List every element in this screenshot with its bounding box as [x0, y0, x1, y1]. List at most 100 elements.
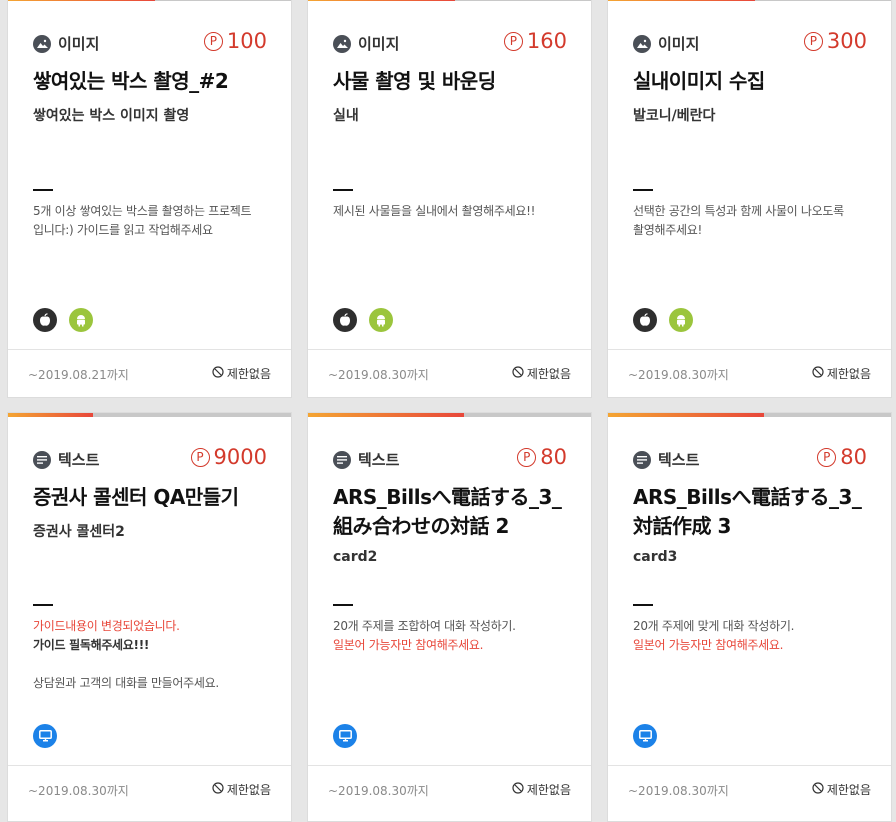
limit-badge: 제한없음 [512, 781, 571, 798]
project-card[interactable]: 텍스트 P 80 ARS_Billsへ電話する_3_ 組み合わせの対話 2 car… [307, 412, 592, 822]
point-icon: P [517, 447, 537, 467]
monitor-icon [333, 724, 357, 748]
card-subtitle: 증권사 콜센터2 [33, 524, 125, 540]
price: P 9000 [190, 445, 267, 469]
card-subtitle: card3 [633, 549, 678, 565]
card-footer-divider [608, 765, 891, 766]
point-icon: P [817, 447, 837, 467]
android-icon [669, 308, 693, 332]
type-badge: 이미지 [33, 33, 99, 54]
card-subtitle: 쌓여있는 박스 이미지 촬영 [33, 108, 190, 124]
progress-fill [8, 0, 156, 1]
card-title: ARS_Billsへ電話する_3_ 組み合わせの対話 2 [333, 485, 562, 538]
point-icon: P [803, 31, 823, 51]
monitor-icon [33, 724, 57, 748]
progress-fill [608, 0, 756, 1]
price: P 80 [517, 445, 567, 469]
android-icon [369, 308, 393, 332]
deadline: ~2019.08.30까지 [628, 784, 729, 798]
card-title: 실내이미지 수집 [633, 69, 765, 93]
type-badge: 텍스트 [333, 449, 399, 470]
deadline: ~2019.08.30까지 [328, 784, 429, 798]
progress-fill [8, 413, 93, 417]
no-limit-icon [812, 366, 824, 381]
divider [333, 189, 353, 191]
platform-list [33, 308, 93, 332]
no-limit-icon [812, 782, 824, 797]
deadline: ~2019.08.30까지 [628, 368, 729, 382]
text-icon [333, 450, 351, 469]
card-title: 사물 촬영 및 바운딩 [333, 69, 496, 93]
text-icon [33, 450, 51, 469]
divider [633, 604, 653, 606]
card-description: 가이드내용이 변경되었습니다. 가이드 필독해주세요!!! 상담원과 고객의 대… [33, 619, 219, 690]
no-limit-icon [212, 366, 224, 381]
card-subtitle: card2 [333, 549, 378, 565]
platform-list [633, 724, 657, 748]
progress-bar [308, 0, 591, 1]
type-label: 이미지 [658, 35, 700, 53]
divider [333, 604, 353, 606]
platform-list [33, 724, 57, 748]
type-label: 이미지 [358, 35, 400, 53]
card-footer-divider [8, 765, 291, 766]
limit-badge: 제한없음 [812, 365, 871, 382]
text-icon [633, 450, 651, 469]
deadline: ~2019.08.30까지 [328, 368, 429, 382]
type-label: 텍스트 [358, 451, 400, 469]
type-badge: 텍스트 [633, 449, 699, 470]
type-badge: 이미지 [633, 33, 699, 54]
image-icon [333, 34, 351, 53]
limit-badge: 제한없음 [512, 365, 571, 382]
divider [633, 189, 653, 191]
image-icon [33, 34, 51, 53]
card-footer-divider [308, 765, 591, 766]
limit-badge: 제한없음 [212, 781, 271, 798]
price: P 100 [203, 29, 267, 53]
type-label: 이미지 [58, 35, 100, 53]
card-description: 20개 주제를 조합하여 대화 작성하기. 일본어 가능자만 참여해주세요. [333, 619, 516, 652]
progress-fill [608, 413, 764, 417]
project-card[interactable]: 이미지 P 300 실내이미지 수집 발코니/베란다 선택한 공간의 특성과 함께… [607, 0, 892, 398]
apple-icon [333, 308, 357, 332]
image-icon [633, 34, 651, 53]
progress-fill [308, 413, 464, 417]
divider [33, 189, 53, 191]
progress-bar [308, 413, 591, 417]
price: P 80 [817, 445, 867, 469]
project-card[interactable]: 이미지 P 160 사물 촬영 및 바운딩 실내 제시된 사물들을 실내에서 촬영… [307, 0, 592, 398]
no-limit-icon [512, 782, 524, 797]
card-description: 제시된 사물들을 실내에서 촬영해주세요!! [333, 204, 536, 218]
project-card[interactable]: 텍스트 P 9000 증권사 콜센터 QA만들기 증권사 콜센터2 가이드내용이 … [7, 412, 292, 822]
apple-icon [633, 308, 657, 332]
card-footer-divider [8, 349, 291, 350]
card-subtitle: 발코니/베란다 [633, 108, 716, 124]
project-card[interactable]: 텍스트 P 80 ARS_Billsへ電話する_3_ 対話作成 3 card3 2… [607, 412, 892, 822]
type-label: 텍스트 [58, 451, 100, 469]
card-title: 증권사 콜센터 QA만들기 [33, 485, 239, 509]
type-label: 텍스트 [658, 451, 700, 469]
platform-list [333, 724, 357, 748]
card-title: ARS_Billsへ電話する_3_ 対話作成 3 [633, 485, 862, 538]
platform-list [633, 308, 693, 332]
progress-bar [8, 413, 291, 417]
limit-badge: 제한없음 [212, 365, 271, 382]
type-badge: 텍스트 [33, 449, 99, 470]
divider [33, 604, 53, 606]
price: P 300 [803, 29, 867, 53]
card-footer-divider [308, 349, 591, 350]
point-icon: P [190, 447, 210, 467]
progress-bar [8, 0, 291, 1]
no-limit-icon [512, 366, 524, 381]
card-description: 5개 이상 쌓여있는 박스를 촬영하는 프로젝트 입니다:) 가이드를 읽고 작… [33, 204, 252, 237]
project-card[interactable]: 이미지 P 100 쌓여있는 박스 촬영_#2 쌓여있는 박스 이미지 촬영 5개… [7, 0, 292, 398]
card-description: 선택한 공간의 특성과 함께 사물이 나오도록 촬영해주세요! [633, 204, 844, 237]
no-limit-icon [212, 782, 224, 797]
apple-icon [33, 308, 57, 332]
deadline: ~2019.08.30까지 [28, 784, 129, 798]
platform-list [333, 308, 393, 332]
limit-badge: 제한없음 [812, 781, 871, 798]
progress-bar [608, 413, 891, 417]
progress-bar [608, 0, 891, 1]
monitor-icon [633, 724, 657, 748]
